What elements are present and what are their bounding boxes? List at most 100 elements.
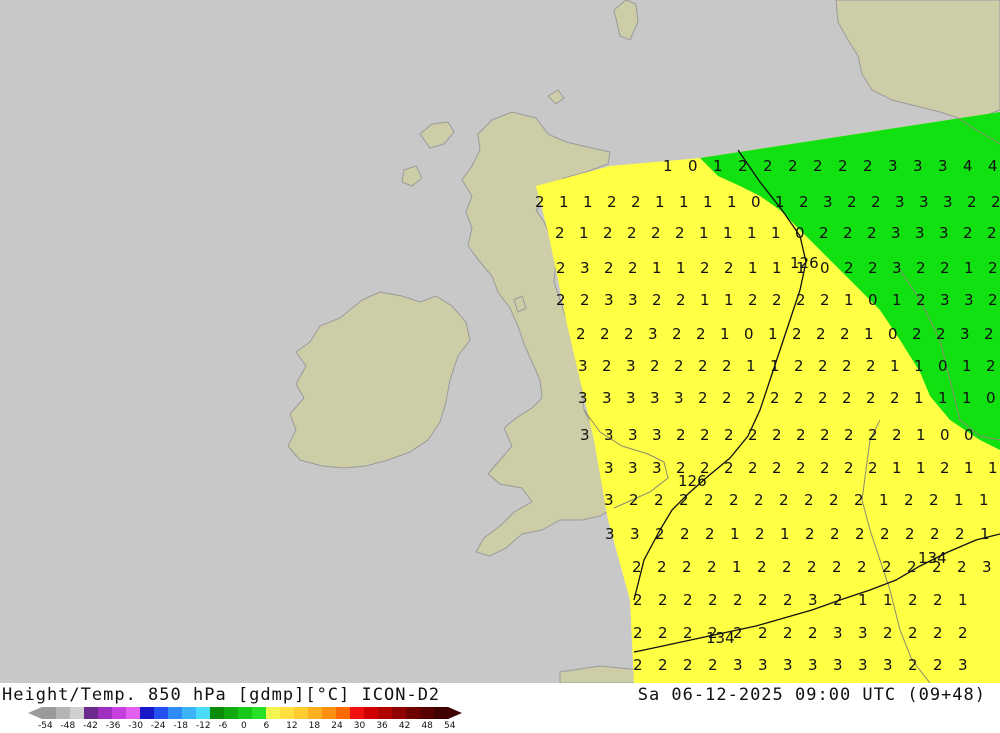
temperature-value: 2 bbox=[658, 624, 668, 642]
temperature-value: 1 bbox=[770, 357, 780, 375]
temperature-value: 2 bbox=[772, 459, 782, 477]
temperature-value: 2 bbox=[807, 558, 817, 576]
temperature-value: 2 bbox=[908, 624, 918, 642]
legend-tick-label: -30 bbox=[128, 721, 143, 731]
temperature-value: 2 bbox=[676, 459, 686, 477]
temperature-value: 2 bbox=[700, 426, 710, 444]
temperature-value: 2 bbox=[883, 624, 893, 642]
temperature-value: 2 bbox=[804, 491, 814, 509]
temperature-value: 2 bbox=[603, 224, 613, 242]
temperature-value: 2 bbox=[758, 591, 768, 609]
temperature-value: 1 bbox=[954, 491, 964, 509]
temperature-value: 3 bbox=[650, 389, 660, 407]
temperature-value: 0 bbox=[964, 426, 974, 444]
temperature-value: 2 bbox=[555, 224, 565, 242]
temperature-value: 3 bbox=[892, 259, 902, 277]
temperature-value: 3 bbox=[630, 525, 640, 543]
temperature-value: 1 bbox=[663, 157, 673, 175]
forecast-time: Sa 06-12-2025 09:00 UTC (09+48) bbox=[637, 685, 986, 705]
temperature-value: 2 bbox=[844, 259, 854, 277]
temperature-value: 2 bbox=[957, 558, 967, 576]
temperature-value: 2 bbox=[840, 325, 850, 343]
temperature-value: 0 bbox=[744, 325, 754, 343]
temperature-value: 3 bbox=[808, 591, 818, 609]
temperature-value: 2 bbox=[680, 525, 690, 543]
temperature-value: 3 bbox=[964, 291, 974, 309]
temperature-value: 0 bbox=[986, 389, 996, 407]
legend-swatch bbox=[56, 707, 71, 719]
legend-swatch bbox=[420, 707, 435, 719]
legend-swatch bbox=[364, 707, 379, 719]
temperature-value: 2 bbox=[632, 558, 642, 576]
temperature-value: 2 bbox=[916, 291, 926, 309]
legend-swatch bbox=[378, 707, 393, 719]
temperature-value: 2 bbox=[782, 558, 792, 576]
temperature-value: 2 bbox=[754, 491, 764, 509]
temperature-value: 2 bbox=[580, 291, 590, 309]
temperature-value: 4 bbox=[988, 157, 998, 175]
temperature-value: 2 bbox=[818, 389, 828, 407]
temperature-value: 2 bbox=[758, 624, 768, 642]
map-canvas: 126 126 134 134 1 0 1 2 2 2 2 2 2 3 3 3 4 42 1 1 2 2 1 1 1 1 0… bbox=[0, 0, 1000, 683]
temperature-value: 1 bbox=[916, 459, 926, 477]
temperature-value: 2 bbox=[832, 558, 842, 576]
temperature-value: 2 bbox=[857, 558, 867, 576]
temperature-value: 3 bbox=[578, 389, 588, 407]
legend-tick-label: 0 bbox=[241, 721, 247, 731]
legend-tick-label: 12 bbox=[286, 721, 298, 731]
legend-tick-label: -24 bbox=[150, 721, 166, 731]
legend-swatch bbox=[336, 707, 351, 719]
temperature-value: 2 bbox=[556, 291, 566, 309]
temperature-value: 3 bbox=[891, 224, 901, 242]
temperature-value: 1 bbox=[775, 193, 785, 211]
temperature-value: 2 bbox=[607, 193, 617, 211]
temperature-value: 2 bbox=[755, 525, 765, 543]
temperature-value: 2 bbox=[733, 624, 743, 642]
legend-arrow-left bbox=[28, 707, 42, 719]
temperature-value: 1 bbox=[958, 591, 968, 609]
temperature-value: 1 bbox=[916, 426, 926, 444]
map-footer: Height/Temp. 850 hPa [gdmp][°C] ICON-D2 … bbox=[0, 683, 1000, 733]
temperature-value: 3 bbox=[648, 325, 658, 343]
temperature-value: 2 bbox=[748, 291, 758, 309]
temperature-value: 2 bbox=[783, 624, 793, 642]
legend-swatch bbox=[434, 707, 449, 719]
legend-swatch bbox=[42, 707, 57, 719]
temperature-value: 2 bbox=[940, 259, 950, 277]
temperature-value: 2 bbox=[799, 193, 809, 211]
legend-tick-label: 6 bbox=[263, 721, 270, 731]
temperature-value: 3 bbox=[604, 291, 614, 309]
temperature-value: 1 bbox=[730, 525, 740, 543]
legend-swatch bbox=[98, 707, 113, 719]
temperature-value: 1 bbox=[746, 357, 756, 375]
temperature-value: 2 bbox=[967, 193, 977, 211]
temperature-value: 3 bbox=[628, 291, 638, 309]
temperature-value: 2 bbox=[819, 224, 829, 242]
temperature-value: 2 bbox=[708, 591, 718, 609]
temperature-value: 1 bbox=[892, 291, 902, 309]
temperature-value: 1 bbox=[772, 259, 782, 277]
temperature-value: 0 bbox=[688, 157, 698, 175]
temperature-value: 2 bbox=[892, 426, 902, 444]
temperature-value: 4 bbox=[963, 157, 973, 175]
temperature-value: 2 bbox=[818, 357, 828, 375]
temperature-value: 2 bbox=[933, 624, 943, 642]
temperature-value: 3 bbox=[858, 624, 868, 642]
temperature-value: 2 bbox=[633, 624, 643, 642]
temperature-value: 3 bbox=[604, 426, 614, 444]
temperature-value: 3 bbox=[578, 357, 588, 375]
legend-swatch bbox=[84, 707, 99, 719]
temperature-value: 2 bbox=[748, 459, 758, 477]
temperature-value: 2 bbox=[724, 259, 734, 277]
temperature-value: 2 bbox=[820, 291, 830, 309]
temperature-value: 3 bbox=[919, 193, 929, 211]
temperature-value: 2 bbox=[820, 426, 830, 444]
legend-swatch bbox=[322, 707, 337, 719]
temperature-value: 2 bbox=[698, 389, 708, 407]
temperature-value: 2 bbox=[629, 491, 639, 509]
temperature-value: 2 bbox=[833, 591, 843, 609]
temperature-value: 2 bbox=[908, 656, 918, 674]
temperature-value: 2 bbox=[816, 325, 826, 343]
temperature-value: 2 bbox=[763, 157, 773, 175]
temperature-value: 2 bbox=[904, 491, 914, 509]
